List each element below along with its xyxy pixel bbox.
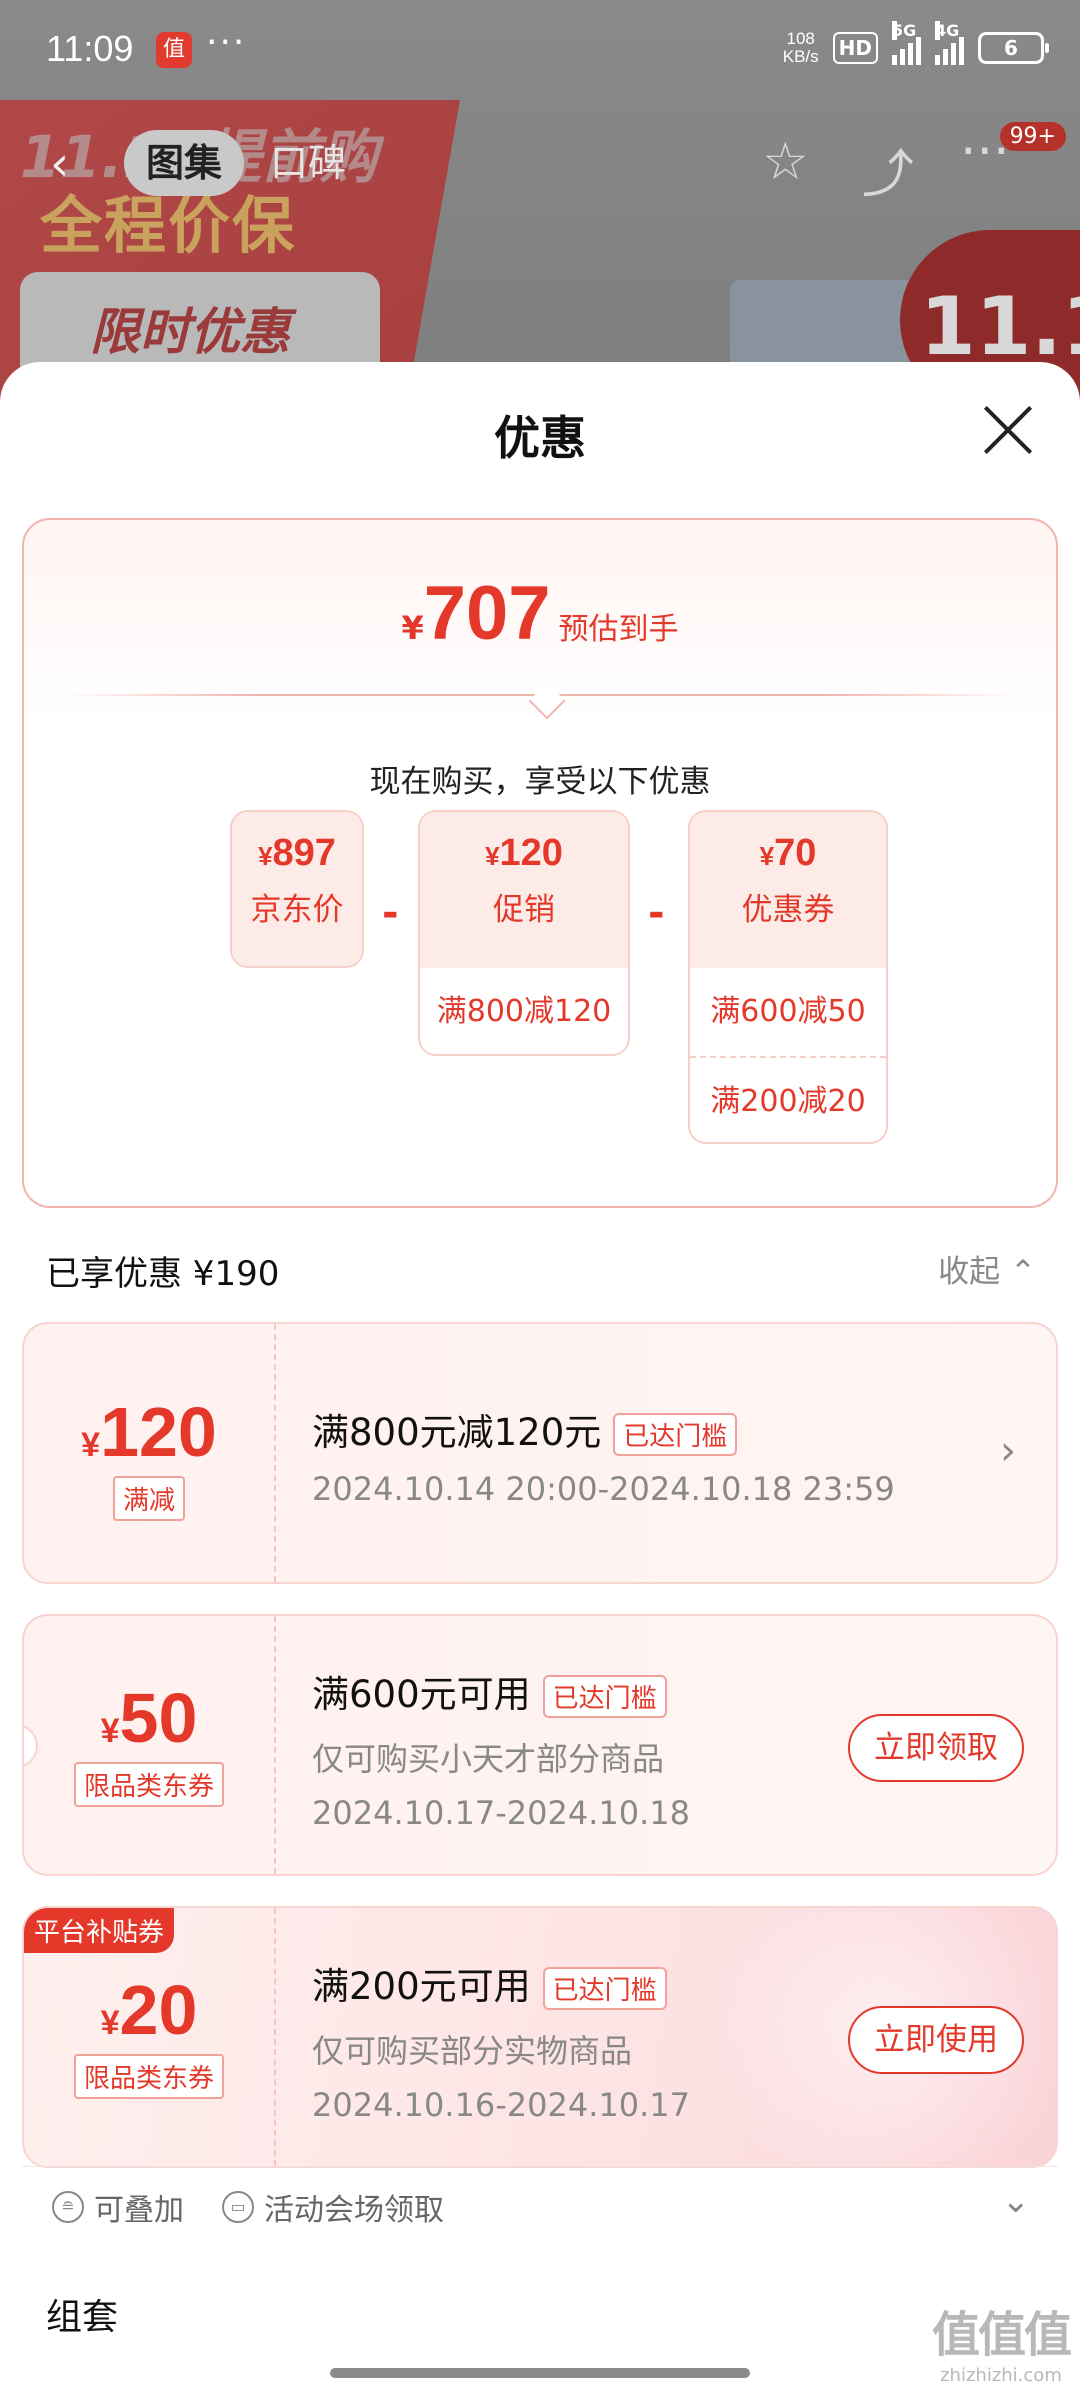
bundle-section-title: 组套 bbox=[46, 2297, 119, 2338]
minus-sign: - bbox=[382, 890, 399, 936]
coupon-date: 2024.10.14 20:00-2024.10.18 23:59 bbox=[312, 1470, 895, 1508]
promotion-rule: 满800减120 bbox=[436, 994, 612, 1029]
jd-price-label: 京东价 bbox=[250, 892, 344, 928]
coupon-rule: 满600减50 bbox=[710, 994, 866, 1029]
battery-icon: 6 bbox=[978, 32, 1049, 64]
close-icon[interactable] bbox=[980, 402, 1036, 458]
now-buy-text: 现在购买，享受以下优惠 bbox=[369, 764, 711, 800]
network-speed: 108 KB/s bbox=[782, 29, 819, 66]
signal-4g-icon: 4G bbox=[935, 21, 964, 65]
coupon-date: 2024.10.16-2024.10.17 bbox=[312, 2086, 690, 2124]
status-bar: 11:09 值 ··· 108 KB/s HD 5G 4G 6 bbox=[0, 0, 1080, 100]
coupon-card: ¥50 限品类东券 满600元可用 已达门槛 仅可购买小天才部分商品 2024.1… bbox=[22, 1614, 1058, 1876]
share-icon[interactable]: ⤴ bbox=[862, 132, 914, 207]
watermark: 值值值 zhizhizhi.com bbox=[931, 2295, 1072, 2386]
coupon-box: ¥70 优惠券 满600减50 满200减20 bbox=[688, 810, 888, 1144]
coupon-type-tag: 限品类东券 bbox=[73, 1762, 224, 1807]
coupon-amount: 20 bbox=[119, 1971, 198, 2049]
status-time: 11:09 bbox=[46, 28, 134, 69]
promotion-box: ¥120 促销 满800减120 bbox=[418, 810, 630, 1056]
chevron-right-icon[interactable]: › bbox=[1000, 1428, 1016, 1474]
coupon-scope: 仅可购买小天才部分商品 bbox=[312, 1740, 665, 1778]
jd-price-value: 897 bbox=[272, 832, 336, 874]
discount-sheet: 优惠 ¥707 预估到手 现在购买，享受以下优惠 ¥897 京东价 - ¥120 … bbox=[0, 362, 1080, 2400]
threshold-reached-badge: 已达门槛 bbox=[542, 1967, 667, 2010]
minus-sign: - bbox=[648, 890, 665, 936]
message-badge: 99+ bbox=[999, 122, 1066, 151]
coupon-amount: 50 bbox=[119, 1679, 198, 1757]
watermark-url: zhizhizhi.com bbox=[940, 2365, 1062, 2386]
tab-reviews[interactable]: 口碑 bbox=[270, 130, 346, 196]
estimated-price-label: 预估到手 bbox=[558, 612, 679, 647]
ticket-icon: ▭ bbox=[222, 2191, 254, 2223]
promotion-label: 促销 bbox=[493, 892, 555, 928]
chevron-left-icon[interactable]: ‹ bbox=[50, 136, 69, 192]
claim-now-button[interactable]: 立即领取 bbox=[848, 1714, 1024, 1782]
stackable-indicator: ≘ 可叠加 bbox=[52, 2185, 184, 2229]
coupon-card[interactable]: ¥120 满减 满800元减120元 已达门槛 2024.10.14 20:00-… bbox=[22, 1322, 1058, 1584]
enjoyed-discount-label: 已享优惠 ¥190 bbox=[46, 1254, 280, 1294]
estimated-price-value: 707 bbox=[423, 571, 551, 656]
home-indicator[interactable] bbox=[330, 2368, 750, 2378]
hd-icon: HD bbox=[832, 32, 878, 64]
signal-5g-icon: 5G bbox=[892, 21, 921, 65]
coupon-total-label: 优惠券 bbox=[741, 892, 835, 928]
promo-limited-text: 限时优惠 bbox=[90, 303, 290, 361]
background-page: 11.11提前购 全程价保 限时优惠 11.11 11:09 值 ··· 108… bbox=[0, 0, 1080, 420]
divider-notch bbox=[528, 682, 566, 720]
threshold-reached-badge: 已达门槛 bbox=[613, 1413, 738, 1456]
chevron-up-icon: ⌃ bbox=[1010, 1254, 1036, 1290]
more-notifications-icon: ··· bbox=[206, 22, 247, 63]
price-summary-card: ¥707 预估到手 现在购买，享受以下优惠 ¥897 京东价 - ¥120 促销 … bbox=[22, 518, 1058, 1208]
watermark-logo: 值值值 bbox=[931, 2307, 1072, 2363]
coupon-amount-area: ¥120 满减 bbox=[24, 1324, 276, 1582]
app-notification-icon: 值 bbox=[156, 32, 192, 68]
tab-gallery[interactable]: 图集 bbox=[124, 130, 245, 196]
coupon-type-tag: 限品类东券 bbox=[73, 2054, 224, 2099]
jd-price-box: ¥897 京东价 bbox=[230, 810, 364, 968]
coupon-footer-row: ≘ 可叠加 ▭ 活动会场领取 ⌄ bbox=[22, 2166, 1058, 2246]
use-now-button[interactable]: 立即使用 bbox=[848, 2006, 1024, 2074]
coupon-title: 满200元可用 已达门槛 bbox=[312, 1956, 667, 2010]
coupon-scope: 仅可购买部分实物商品 bbox=[312, 2032, 633, 2070]
double-eleven-text: 11.11 bbox=[920, 280, 1080, 373]
coupon-rule: 满200减20 bbox=[690, 1056, 886, 1142]
coupon-amount-area: ¥50 限品类东券 bbox=[24, 1616, 276, 1874]
coupon-title: 满800元减120元 已达门槛 bbox=[312, 1402, 738, 1456]
chevron-down-icon[interactable]: ⌄ bbox=[1002, 2181, 1031, 2221]
collapse-button[interactable]: 收起 ⌃ bbox=[938, 1246, 1036, 1291]
sheet-title: 优惠 bbox=[494, 411, 586, 465]
coupon-card: 平台补贴券 ¥20 限品类东券 满200元可用 已达门槛 仅可购买部分实物商品 2… bbox=[22, 1906, 1058, 2168]
promotion-value: 120 bbox=[499, 832, 563, 874]
coupon-type-tag: 满减 bbox=[112, 1476, 185, 1521]
threshold-reached-badge: 已达门槛 bbox=[542, 1675, 667, 1718]
status-right: 108 KB/s HD 5G 4G 6 bbox=[782, 21, 1049, 66]
coupon-total-value: 70 bbox=[774, 832, 817, 874]
stack-icon: ≘ bbox=[52, 2191, 84, 2223]
coupon-amount-area: ¥20 限品类东券 bbox=[24, 1908, 276, 2166]
star-icon[interactable]: ☆ bbox=[762, 132, 809, 192]
estimated-price: ¥707 预估到手 bbox=[401, 571, 679, 656]
coupon-date: 2024.10.17-2024.10.18 bbox=[312, 1794, 690, 1832]
coupon-title: 满600元可用 已达门槛 bbox=[312, 1664, 667, 1718]
coupon-amount: 120 bbox=[100, 1393, 217, 1471]
top-nav: ‹ 图集 口碑 ☆ ⤴ ··· 99+ bbox=[0, 118, 1080, 208]
venue-indicator: ▭ 活动会场领取 bbox=[222, 2185, 444, 2229]
